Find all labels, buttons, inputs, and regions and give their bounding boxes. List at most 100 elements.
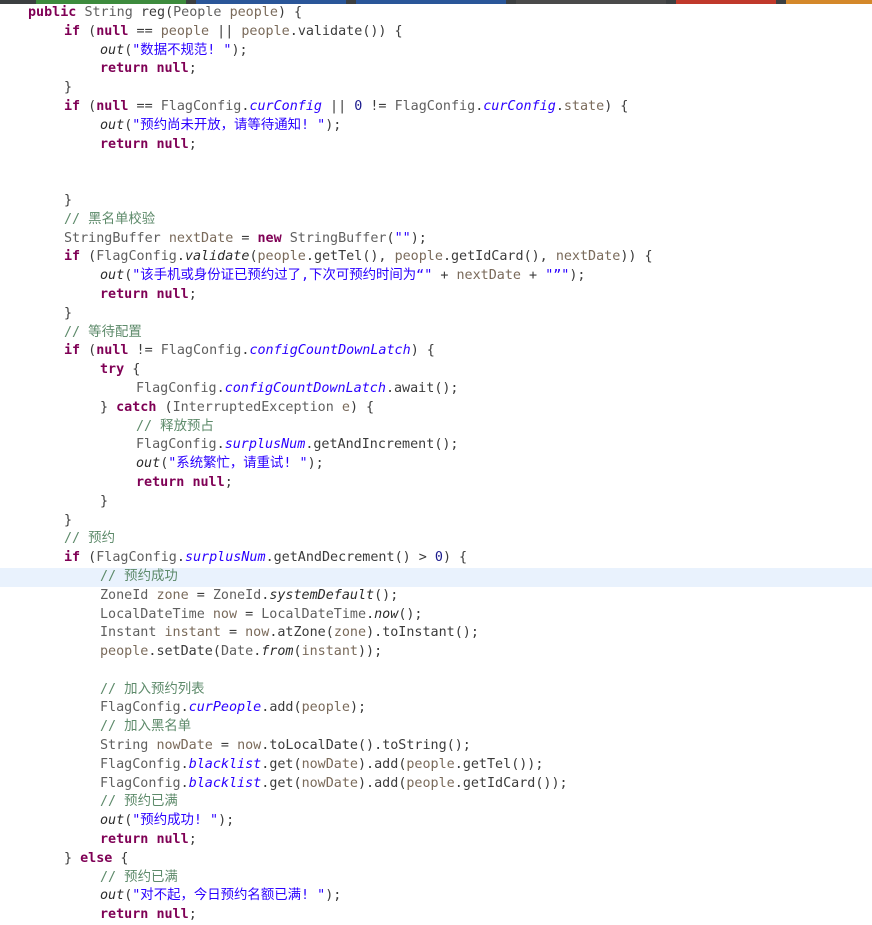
code-token-punc: () > xyxy=(394,550,435,566)
code-token-plain: setDate xyxy=(156,644,213,660)
code-line[interactable]: } xyxy=(0,305,872,324)
code-line[interactable]: } xyxy=(0,512,872,531)
code-token-kw: return xyxy=(100,286,149,302)
code-line[interactable]: public String reg(People people) { xyxy=(0,4,872,23)
code-line[interactable] xyxy=(0,173,872,192)
code-line[interactable]: FlagConfig.surplusNum.getAndIncrement(); xyxy=(0,436,872,455)
code-token-mstat: systemDefault xyxy=(269,587,375,603)
code-token-mstat: out xyxy=(100,42,125,58)
code-token-mstat: now xyxy=(374,606,399,622)
code-token-type: People xyxy=(173,5,222,20)
code-line[interactable]: out("预约成功! "); xyxy=(0,812,872,831)
code-token-mstat: out xyxy=(136,456,161,472)
code-token-type: String xyxy=(84,5,133,20)
code-line[interactable]: FlagConfig.blacklist.get(nowDate).add(pe… xyxy=(0,775,872,794)
code-token-ident: nowDate xyxy=(301,756,358,772)
code-token-punc: ( xyxy=(80,23,97,39)
code-token-cmt: // 黑名单校验 xyxy=(64,211,156,227)
code-editor-pane[interactable]: public String reg(People people) {if (nu… xyxy=(0,4,872,922)
code-line[interactable]: } catch (InterruptedException e) { xyxy=(0,399,872,418)
code-line[interactable]: return null; xyxy=(0,60,872,79)
code-token-str: "" xyxy=(394,230,411,246)
code-token-ident: nextDate xyxy=(168,230,234,246)
code-token-cmt: // 加入预约列表 xyxy=(100,681,205,697)
code-line[interactable]: if (FlagConfig.surplusNum.getAndDecremen… xyxy=(0,549,872,568)
code-token-ident: people xyxy=(406,756,455,772)
code-line[interactable]: out("该手机或身份证已预约过了,下次可预约时间为“" + nextDate … xyxy=(0,267,872,286)
code-line[interactable]: Instant instant = now.atZone(zone).toIns… xyxy=(0,624,872,643)
code-token-kw: else xyxy=(80,850,113,866)
code-token-punc: ; xyxy=(188,832,197,848)
code-line[interactable]: out("对不起，今日预约名额已满! "); xyxy=(0,887,872,906)
code-line[interactable]: if (FlagConfig.validate(people.getTel(),… xyxy=(0,248,872,267)
code-token-op: == xyxy=(128,23,161,39)
code-token-punc: (), xyxy=(362,249,395,265)
code-content[interactable]: public String reg(People people) {if (nu… xyxy=(0,4,872,925)
code-token-punc: ()) { xyxy=(362,23,403,39)
code-token-kw: if xyxy=(64,23,81,39)
code-line[interactable]: return null; xyxy=(0,906,872,925)
code-token-str: "预约尚未开放，请等待通知! " xyxy=(132,117,326,133)
code-token-punc: ) { xyxy=(442,550,468,566)
code-line[interactable]: String nowDate = now.toLocalDate().toStr… xyxy=(0,737,872,756)
code-line[interactable]: ZoneId zone = ZoneId.systemDefault(); xyxy=(0,587,872,606)
code-token-punc: ) { xyxy=(349,399,375,415)
code-line[interactable] xyxy=(0,154,872,173)
code-line[interactable]: FlagConfig.blacklist.get(nowDate).add(pe… xyxy=(0,756,872,775)
code-line[interactable]: if (null != FlagConfig.configCountDownLa… xyxy=(0,342,872,361)
code-line-current[interactable]: // 预约成功 xyxy=(0,567,872,587)
code-line[interactable]: } else { xyxy=(0,850,872,869)
code-token-op: != xyxy=(362,98,395,114)
code-token-kw: public xyxy=(28,5,77,20)
code-token-punc: . xyxy=(454,756,463,772)
code-token-ident: zone xyxy=(333,625,367,641)
code-line[interactable]: // 预约已满 xyxy=(0,869,872,888)
code-line[interactable]: // 等待配置 xyxy=(0,324,872,343)
code-line[interactable]: if (null == FlagConfig.curConfig || 0 !=… xyxy=(0,98,872,117)
code-token-punc: ( xyxy=(80,249,97,265)
code-line[interactable]: // 黑名单校验 xyxy=(0,211,872,230)
code-line[interactable]: out("预约尚未开放，请等待通知! "); xyxy=(0,117,872,136)
code-line[interactable]: return null; xyxy=(0,286,872,305)
code-line[interactable]: // 释放预占 xyxy=(0,418,872,437)
code-line[interactable]: } xyxy=(0,79,872,98)
code-token-ident: people xyxy=(229,5,278,20)
code-token-punc: (), xyxy=(523,249,556,265)
code-token-stat: blacklist xyxy=(188,756,262,772)
code-line[interactable]: StringBuffer nextDate = new StringBuffer… xyxy=(0,230,872,249)
code-token-punc: ( xyxy=(80,550,97,566)
code-token-punc: (); xyxy=(434,380,459,396)
code-line[interactable]: } xyxy=(0,493,872,512)
code-token-plain: reg xyxy=(140,5,166,20)
code-token-punc: ); xyxy=(218,813,235,829)
code-line[interactable]: // 预约已满 xyxy=(0,793,872,812)
code-token-ident: state xyxy=(563,98,605,114)
code-line[interactable]: people.setDate(Date.from(instant)); xyxy=(0,643,872,662)
code-token-op: || xyxy=(322,98,355,114)
code-token-plain: getAndDecrement xyxy=(273,550,395,566)
code-token-type: FlagConfig xyxy=(394,98,476,114)
code-line[interactable] xyxy=(0,662,872,681)
code-line[interactable]: } xyxy=(0,192,872,211)
code-line[interactable]: FlagConfig.curPeople.add(people); xyxy=(0,699,872,718)
code-token-mstat: out xyxy=(100,813,125,829)
code-token-kw: if xyxy=(64,249,81,265)
code-token-punc: . xyxy=(265,550,274,566)
code-line[interactable]: out("数据不规范! "); xyxy=(0,42,872,61)
code-line[interactable]: // 加入黑名单 xyxy=(0,718,872,737)
code-line[interactable]: if (null == people || people.validate())… xyxy=(0,23,872,42)
code-line[interactable]: // 预约 xyxy=(0,530,872,549)
code-line[interactable]: try { xyxy=(0,361,872,380)
code-line[interactable]: // 加入预约列表 xyxy=(0,681,872,700)
code-token-punc: ); xyxy=(349,700,367,716)
code-line[interactable]: FlagConfig.configCountDownLatch.await(); xyxy=(0,380,872,399)
code-token-type: FlagConfig xyxy=(160,343,242,359)
code-line[interactable]: out("系统繁忙，请重试! "); xyxy=(0,455,872,474)
code-token-plain: add xyxy=(269,700,294,716)
code-line[interactable]: return null; xyxy=(0,831,872,850)
code-line[interactable]: return null; xyxy=(0,474,872,493)
code-token-ident: now xyxy=(245,625,270,641)
code-line[interactable]: LocalDateTime now = LocalDateTime.now(); xyxy=(0,606,872,625)
code-line[interactable]: return null; xyxy=(0,136,872,155)
code-token-stat: surplusNum xyxy=(184,550,266,566)
